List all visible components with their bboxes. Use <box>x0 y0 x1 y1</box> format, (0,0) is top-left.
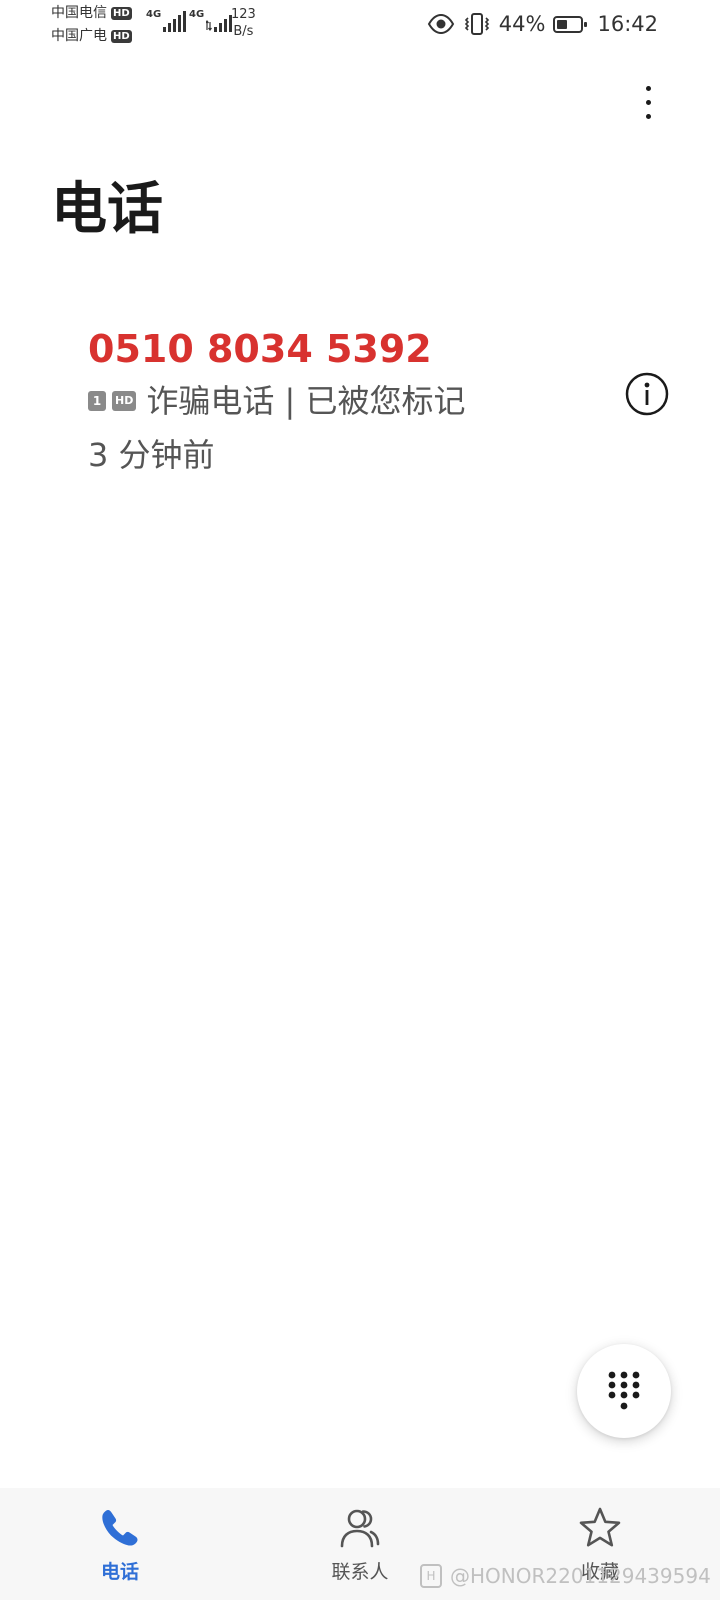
signal-icon <box>163 11 187 32</box>
call-detail: 1 HD 诈骗电话 | 已被您标记 <box>88 382 465 420</box>
dialpad-icon <box>608 1371 640 1410</box>
speed-unit: B/s <box>233 24 254 39</box>
contacts-icon <box>340 1509 380 1548</box>
call-time: 3 分钟前 <box>88 436 215 474</box>
call-log-item[interactable]: 0510 8034 5392 1 HD 诈骗电话 | 已被您标记 3 分钟前 <box>0 310 720 485</box>
star-icon <box>579 1507 621 1547</box>
more-vertical-icon-dot <box>645 113 651 119</box>
call-number: 0510 8034 5392 <box>88 327 432 371</box>
dialpad-button[interactable] <box>577 1344 671 1438</box>
more-vertical-icon <box>645 85 651 91</box>
eye-comfort-icon <box>427 14 454 34</box>
status-bar: 中国电信 HD 中国广电 HD 4G 4G 123 B/s 44% 16:42 <box>0 0 720 52</box>
hd-badge-1: HD <box>111 6 132 20</box>
signal-group-2: 4G <box>189 10 236 32</box>
network-type-1: 4G <box>146 9 162 20</box>
tab-phone[interactable]: 电话 <box>50 1488 190 1600</box>
speed-value: 123 <box>231 7 256 22</box>
sim-card-icon: 1 <box>88 391 106 411</box>
battery-level-fill <box>557 19 568 29</box>
hd-call-icon: HD <box>112 391 137 411</box>
clock: 16:42 <box>597 12 658 36</box>
carrier-1-name: 中国电信 <box>51 5 107 21</box>
info-icon <box>625 372 669 416</box>
hd-badge-2: HD <box>111 29 132 43</box>
tab-contacts-label: 联系人 <box>331 1561 389 1583</box>
page-title: 电话 <box>51 177 163 242</box>
carrier-1: 中国电信 HD <box>51 5 132 21</box>
more-vertical-icon-dot <box>645 99 651 105</box>
more-options-button[interactable] <box>626 76 670 128</box>
watermark: H @HONOR2201129439594 <box>420 1563 711 1589</box>
carrier-2: 中国广电 HD <box>51 28 132 44</box>
call-info-button[interactable] <box>625 372 669 416</box>
network-speed: 123 B/s <box>231 6 256 40</box>
battery-icon <box>553 15 588 33</box>
carrier-2-name: 中国广电 <box>51 28 107 44</box>
status-right: 44% 16:42 <box>427 8 658 40</box>
tab-phone-label: 电话 <box>100 1561 139 1583</box>
vibrate-icon <box>464 13 489 35</box>
phone-icon <box>102 1510 138 1546</box>
tab-contacts[interactable]: 联系人 <box>290 1488 430 1600</box>
watermark-text: @HONOR2201129439594 <box>450 1564 711 1588</box>
call-label: 诈骗电话 | 已被您标记 <box>146 382 466 420</box>
battery-percent: 44% <box>498 12 546 36</box>
signal-group-1: 4G <box>146 10 187 32</box>
network-type-2: 4G <box>189 9 205 20</box>
watermark-badge: H <box>420 1564 442 1588</box>
